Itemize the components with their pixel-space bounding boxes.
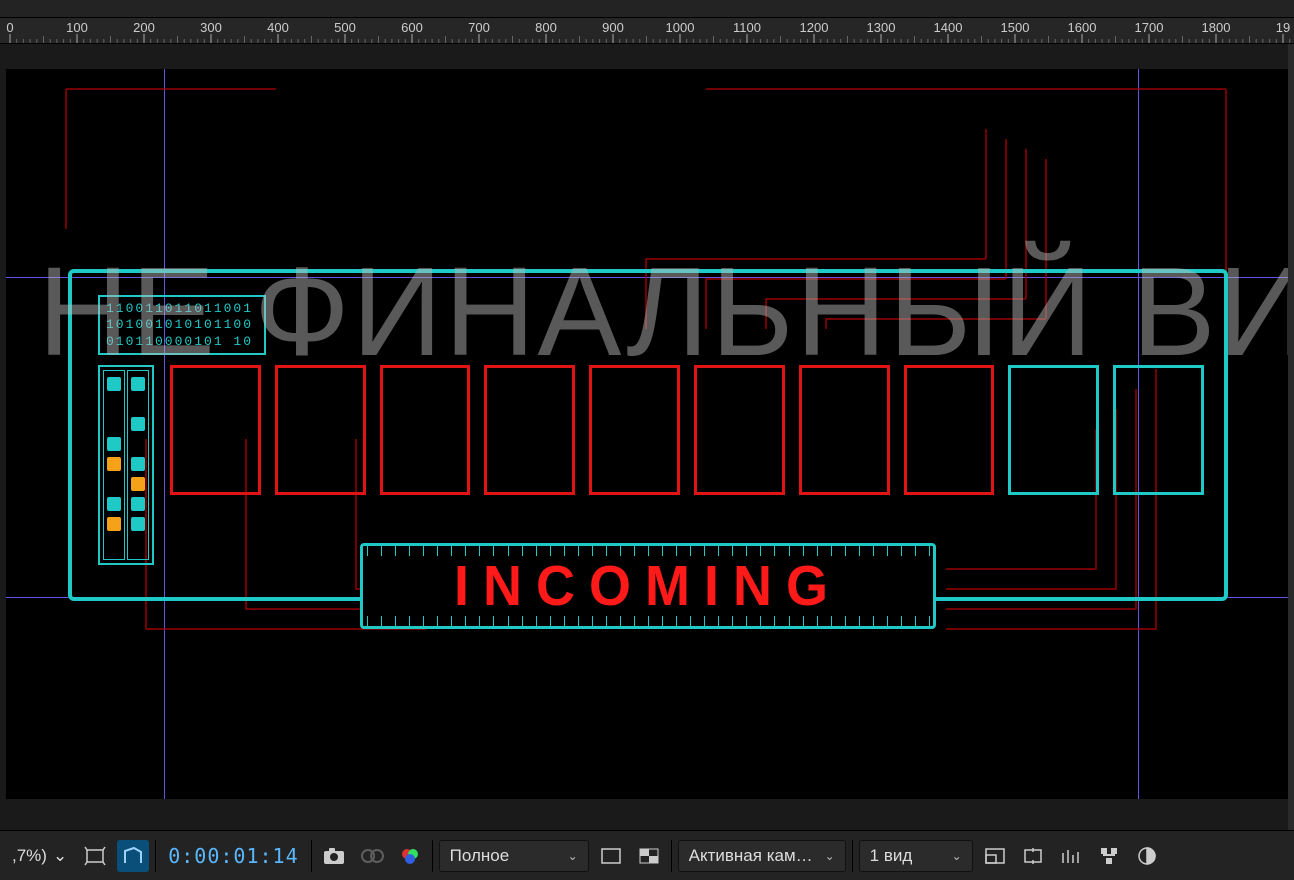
transparency-grid-icon[interactable] [633, 840, 665, 872]
binary-line-1: 110011011011001 [106, 301, 253, 316]
led-light [107, 497, 121, 511]
color-management-icon[interactable] [394, 840, 426, 872]
card-slot [484, 365, 575, 495]
views-label: 1 вид [870, 846, 913, 866]
chevron-down-icon: ⌄ [825, 849, 835, 863]
svg-text:1100: 1100 [733, 20, 761, 35]
timeline-sync-icon[interactable] [1093, 840, 1125, 872]
chevron-down-icon[interactable]: ⌄ [53, 846, 67, 866]
card-slot [1008, 365, 1099, 495]
panel-header-strip [0, 0, 1294, 18]
resolution-label: Полное [450, 846, 510, 866]
led-light [107, 457, 121, 471]
card-slot [799, 365, 890, 495]
led-light [131, 397, 145, 411]
binary-line-2: 101001010101100 [106, 317, 253, 332]
current-timecode[interactable]: 0:00:01:14 [168, 844, 298, 868]
led-light [107, 417, 121, 431]
pixel-aspect-icon[interactable] [1017, 840, 1049, 872]
safe-zones-icon[interactable] [79, 840, 111, 872]
svg-text:1800: 1800 [1202, 20, 1231, 35]
preview-frame-icon[interactable] [356, 840, 388, 872]
svg-text:600: 600 [401, 20, 423, 35]
card-slot [694, 365, 785, 495]
zoom-readout[interactable]: ,7%) ⌄ [6, 838, 73, 874]
svg-text:1700: 1700 [1135, 20, 1164, 35]
svg-text:900: 900 [602, 20, 624, 35]
composition-viewport[interactable]: 110011011011001 101001010101100 01011000… [0, 44, 1294, 830]
led-light [131, 517, 145, 531]
vertical-scrollbar[interactable] [1288, 44, 1294, 830]
led-light [107, 477, 121, 491]
svg-text:300: 300 [200, 20, 222, 35]
svg-text:700: 700 [468, 20, 490, 35]
card-slot-row [170, 365, 1204, 495]
card-slot [904, 365, 995, 495]
svg-text:1000: 1000 [666, 20, 695, 35]
led-light [131, 477, 145, 491]
region-of-interest-icon[interactable] [595, 840, 627, 872]
binary-line-3: 010110000101 10 [106, 334, 253, 349]
card-slot [170, 365, 261, 495]
card-slot [275, 365, 366, 495]
preview-footer-toolbar: ,7%) ⌄ 0:00:01:14 Полное ⌄ Активная кам…… [0, 830, 1294, 880]
view-layout-icon[interactable] [979, 840, 1011, 872]
snapshot-icon[interactable] [318, 840, 350, 872]
binary-readout: 110011011011001 101001010101100 01011000… [98, 295, 266, 355]
led-light [107, 517, 121, 531]
horizontal-ruler[interactable]: 0 100 200 300 400 500 600 700 800 900 1000 1100 1200… [0, 18, 1294, 44]
incoming-text: INCOMING [454, 553, 842, 618]
led-light [107, 397, 121, 411]
svg-text:1400: 1400 [934, 20, 963, 35]
zoom-text: ,7%) [12, 846, 47, 866]
led-light [131, 457, 145, 471]
led-light [107, 377, 121, 391]
svg-text:1600: 1600 [1068, 20, 1097, 35]
exposure-icon[interactable] [1131, 840, 1163, 872]
card-slot [380, 365, 471, 495]
hud-panel-frame: 110011011011001 101001010101100 01011000… [68, 269, 1228, 601]
led-light [131, 497, 145, 511]
camera-label: Активная кам… [689, 846, 813, 866]
svg-text:19: 19 [1276, 20, 1290, 35]
active-camera-dropdown[interactable]: Активная кам… ⌄ [678, 840, 846, 872]
led-light [131, 437, 145, 451]
card-slot [1113, 365, 1204, 495]
led-column-2 [127, 370, 149, 560]
svg-text:400: 400 [267, 20, 289, 35]
mask-visibility-icon[interactable] [117, 840, 149, 872]
svg-text:500: 500 [334, 20, 356, 35]
svg-text:1300: 1300 [867, 20, 896, 35]
svg-text:800: 800 [535, 20, 557, 35]
svg-text:1500: 1500 [1001, 20, 1030, 35]
fast-previews-icon[interactable] [1055, 840, 1087, 872]
composition-canvas[interactable]: 110011011011001 101001010101100 01011000… [6, 69, 1288, 799]
led-light [107, 437, 121, 451]
led-column-1 [103, 370, 125, 560]
svg-text:100: 100 [66, 20, 88, 35]
led-light [131, 377, 145, 391]
led-panel [98, 365, 154, 565]
svg-text:1200: 1200 [800, 20, 829, 35]
svg-text:0: 0 [6, 20, 13, 35]
resolution-dropdown[interactable]: Полное ⌄ [439, 840, 589, 872]
incoming-label-box: INCOMING [360, 543, 936, 629]
svg-text:200: 200 [133, 20, 155, 35]
chevron-down-icon: ⌄ [952, 849, 962, 863]
views-dropdown[interactable]: 1 вид ⌄ [859, 840, 973, 872]
chevron-down-icon: ⌄ [568, 849, 578, 863]
card-slot [589, 365, 680, 495]
led-light [131, 417, 145, 431]
